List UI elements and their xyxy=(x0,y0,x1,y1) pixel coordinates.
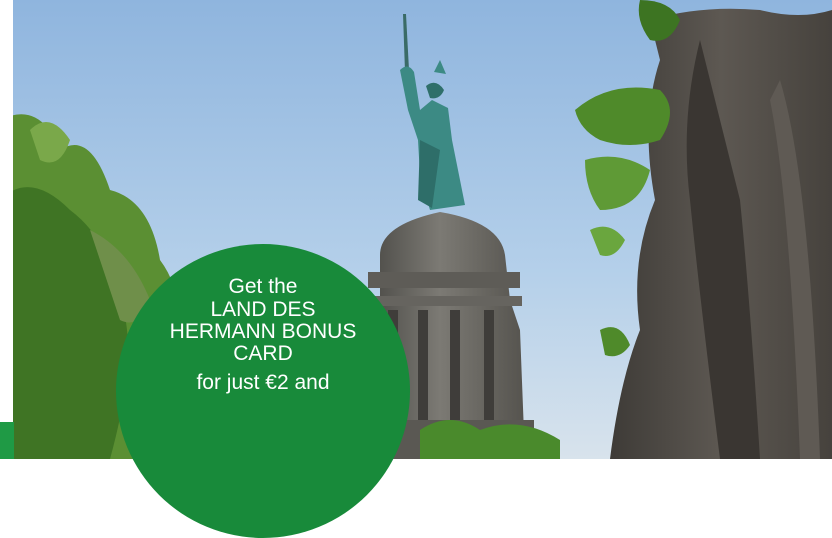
badge-text: Get the LAND DES HERMANN BONUS CARD for … xyxy=(116,276,410,394)
badge-line-hermann-bonus: HERMANN BONUS xyxy=(169,320,357,343)
badge-line-card: CARD xyxy=(233,342,293,365)
green-tab-marker xyxy=(0,422,14,459)
left-margin xyxy=(0,0,13,422)
badge-line-get-the: Get the xyxy=(228,275,298,298)
badge-line-price: for just €2 and xyxy=(196,371,330,394)
badge-line-land-des: LAND DES xyxy=(210,298,316,321)
bonus-card-badge[interactable]: Get the LAND DES HERMANN BONUS CARD for … xyxy=(116,244,410,538)
